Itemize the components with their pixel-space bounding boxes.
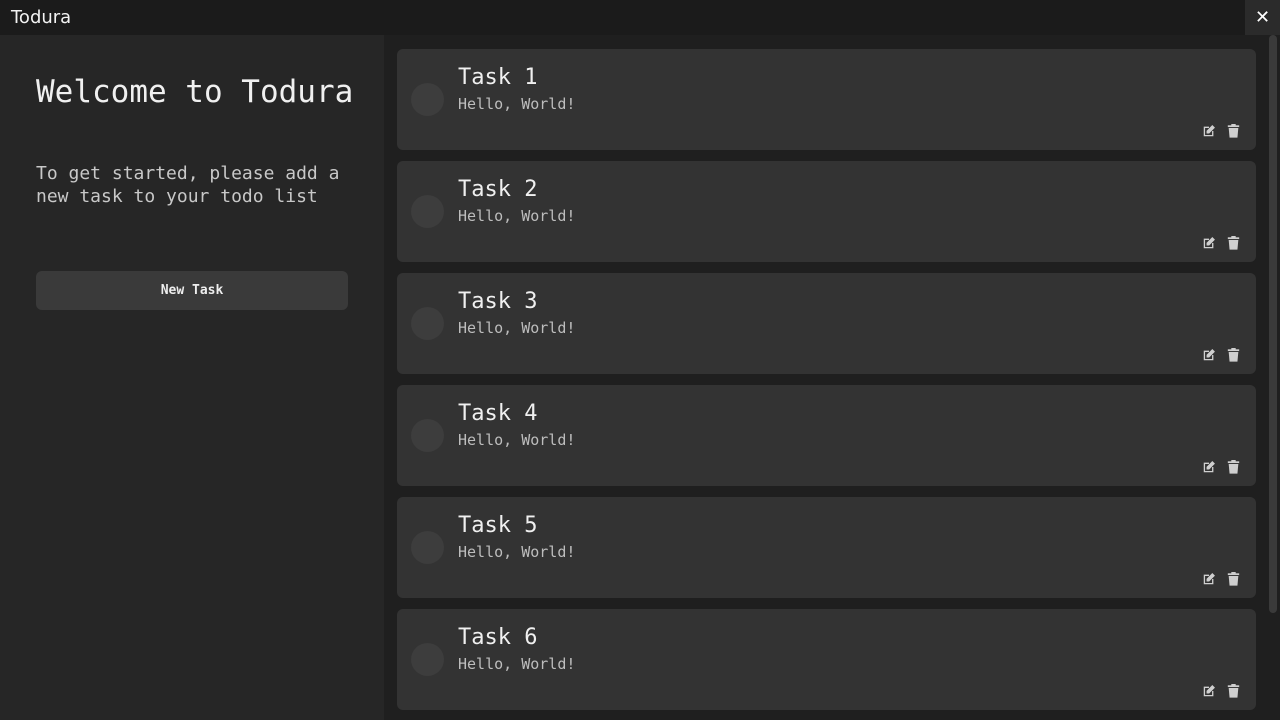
task-card[interactable]: Task 1 Hello, World! [397, 49, 1256, 150]
task-complete-toggle[interactable] [411, 195, 444, 228]
edit-icon[interactable] [1201, 123, 1216, 138]
scrollbar[interactable] [1269, 35, 1277, 613]
trash-icon[interactable] [1226, 459, 1241, 474]
task-actions [1201, 459, 1241, 474]
sidebar: Welcome to Todura To get started, please… [0, 35, 384, 720]
task-complete-toggle[interactable] [411, 531, 444, 564]
task-title: Task 1 [458, 65, 538, 90]
app-title: Todura [11, 7, 72, 28]
task-complete-toggle[interactable] [411, 307, 444, 340]
task-complete-toggle[interactable] [411, 83, 444, 116]
edit-icon[interactable] [1201, 571, 1216, 586]
task-card[interactable]: Task 3 Hello, World! [397, 273, 1256, 374]
trash-icon[interactable] [1226, 571, 1241, 586]
edit-icon[interactable] [1201, 347, 1216, 362]
welcome-heading: Welcome to Todura [36, 74, 354, 110]
task-actions [1201, 347, 1241, 362]
title-bar: Todura ✕ [0, 0, 1280, 35]
task-description: Hello, World! [458, 207, 576, 225]
task-list: Task 1 Hello, World! Task 2 Hello, World! Ta… [397, 49, 1256, 720]
edit-icon[interactable] [1201, 459, 1216, 474]
task-card[interactable]: Task 5 Hello, World! [397, 497, 1256, 598]
close-button[interactable]: ✕ [1245, 0, 1280, 35]
close-icon: ✕ [1254, 7, 1271, 28]
task-title: Task 3 [458, 289, 538, 314]
welcome-text: To get started, please add a new task to… [36, 163, 340, 207]
task-card[interactable]: Task 2 Hello, World! [397, 161, 1256, 262]
task-actions [1201, 123, 1241, 138]
task-title: Task 2 [458, 177, 538, 202]
trash-icon[interactable] [1226, 683, 1241, 698]
task-actions [1201, 683, 1241, 698]
edit-icon[interactable] [1201, 683, 1216, 698]
task-description: Hello, World! [458, 319, 576, 337]
task-card[interactable]: Task 6 Hello, World! [397, 609, 1256, 710]
task-complete-toggle[interactable] [411, 419, 444, 452]
task-actions [1201, 571, 1241, 586]
task-description: Hello, World! [458, 543, 576, 561]
task-title: Task 5 [458, 513, 538, 538]
trash-icon[interactable] [1226, 235, 1241, 250]
task-description: Hello, World! [458, 95, 576, 113]
task-panel: Task 1 Hello, World! Task 2 Hello, World! Ta… [384, 35, 1280, 720]
trash-icon[interactable] [1226, 347, 1241, 362]
new-task-button[interactable]: New Task [36, 271, 348, 310]
task-description: Hello, World! [458, 431, 576, 449]
trash-icon[interactable] [1226, 123, 1241, 138]
task-card[interactable]: Task 4 Hello, World! [397, 385, 1256, 486]
task-actions [1201, 235, 1241, 250]
task-title: Task 4 [458, 401, 538, 426]
task-title: Task 6 [458, 625, 538, 650]
task-description: Hello, World! [458, 655, 576, 673]
task-complete-toggle[interactable] [411, 643, 444, 676]
edit-icon[interactable] [1201, 235, 1216, 250]
